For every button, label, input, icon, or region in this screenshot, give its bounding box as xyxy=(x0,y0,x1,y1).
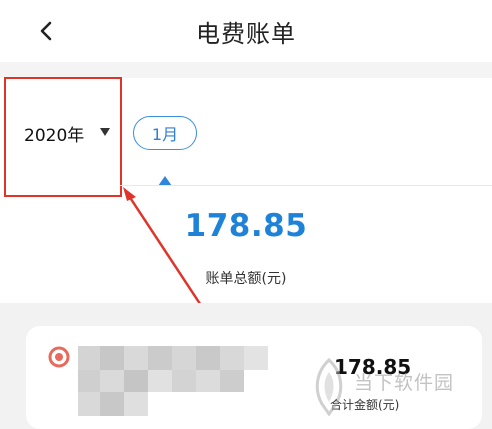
blurred-account-info xyxy=(78,346,268,416)
year-label: 2020年 xyxy=(24,125,85,146)
bill-amount-label: 合计金额(元) xyxy=(330,398,400,412)
total-amount-label: 账单总额(元) xyxy=(205,271,287,287)
total-amount: 178.85 xyxy=(184,208,308,244)
triangle-down-icon[interactable] xyxy=(100,128,110,136)
record-icon xyxy=(48,346,70,368)
year-selector[interactable]: 2020年 xyxy=(24,120,84,146)
divider xyxy=(120,185,492,186)
month-tab-jan[interactable]: 1月 xyxy=(133,116,197,150)
header-separator xyxy=(0,62,492,78)
bill-amount: 178.85 xyxy=(334,355,412,379)
app-header: 电费账单 xyxy=(0,0,492,62)
page-title: 电费账单 xyxy=(196,20,296,48)
